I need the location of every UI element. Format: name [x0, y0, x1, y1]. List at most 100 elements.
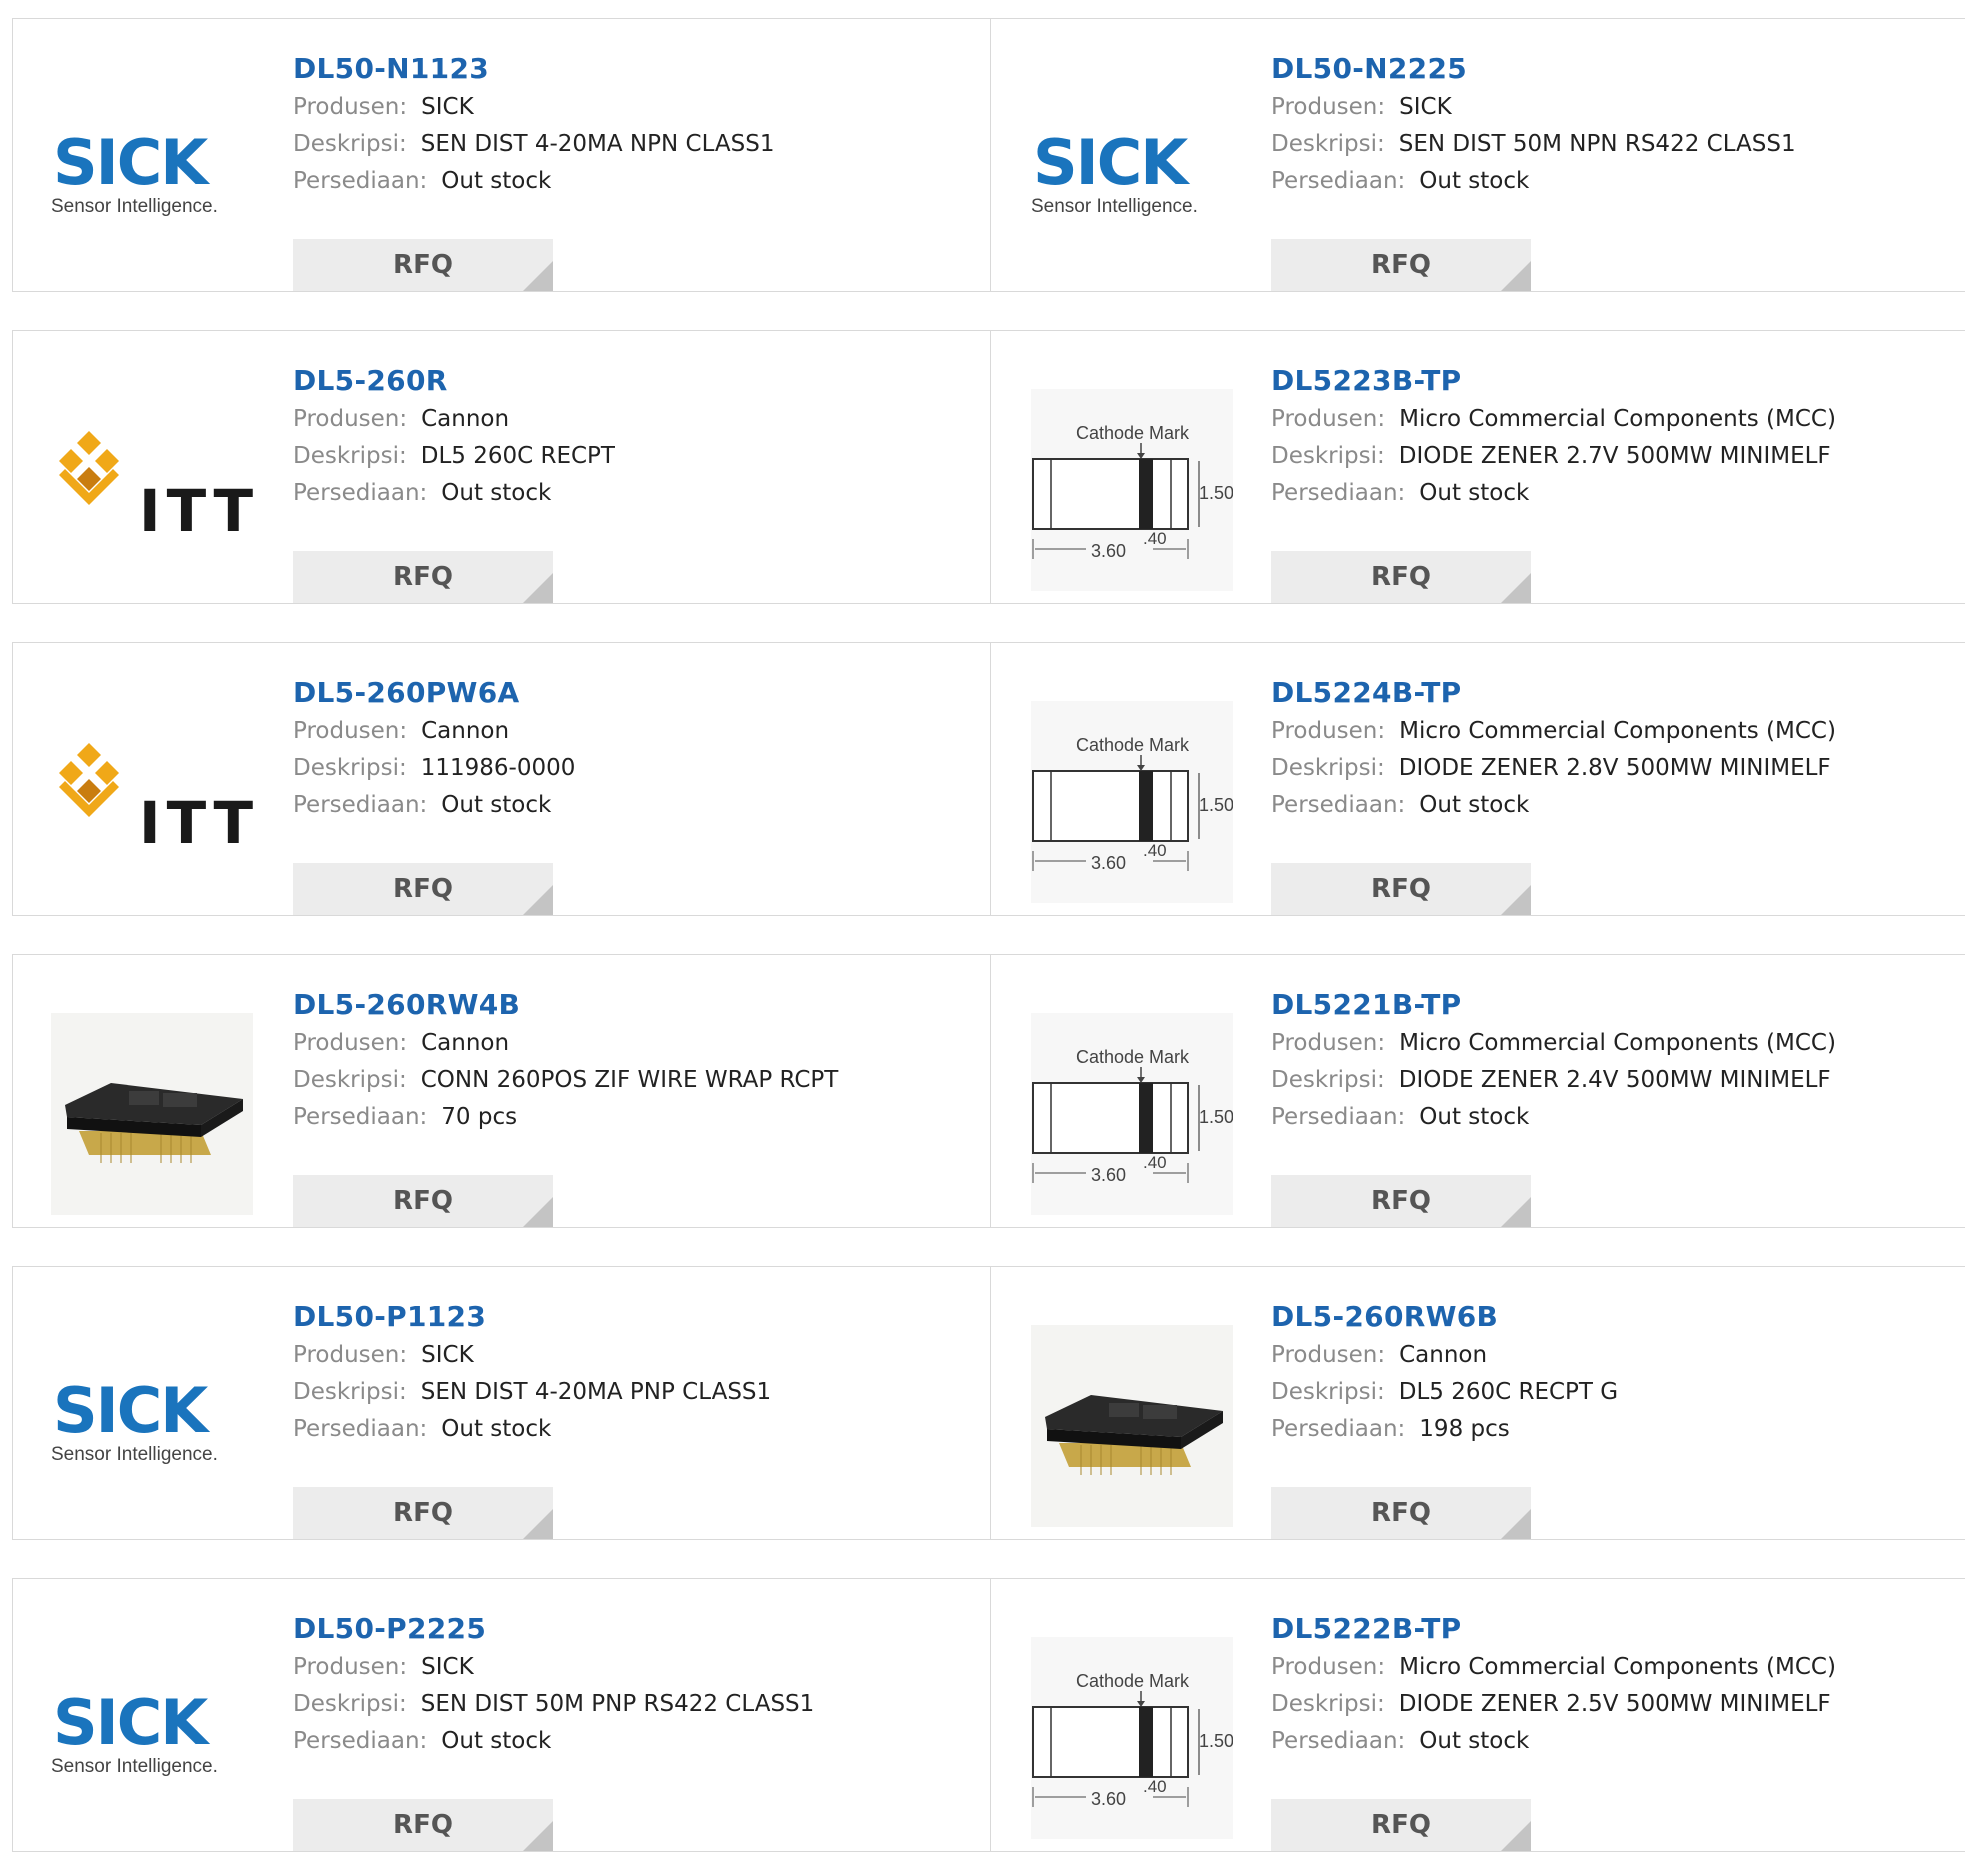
- stock-line: Persediaan: 70 pcs: [293, 1099, 973, 1136]
- rfq-button[interactable]: RFQ: [293, 1487, 553, 1539]
- manufacturer-line: Produsen: Cannon: [293, 713, 973, 750]
- stock-value: Out stock: [1419, 792, 1530, 818]
- product-part-number-link[interactable]: DL50-N2225: [1271, 49, 1951, 89]
- rfq-button-label: RFQ: [1371, 1810, 1431, 1840]
- manufacturer-line: Produsen: SICK: [293, 89, 973, 126]
- stock-line: Persediaan: Out stock: [1271, 475, 1951, 512]
- rfq-button[interactable]: RFQ: [1271, 239, 1531, 291]
- rfq-button-label: RFQ: [393, 1810, 453, 1840]
- rfq-button[interactable]: RFQ: [1271, 1799, 1531, 1851]
- manufacturer-label: Produsen:: [293, 1030, 408, 1056]
- rfq-button[interactable]: RFQ: [293, 1175, 553, 1227]
- description-line: Deskripsi: 111986-0000: [293, 750, 973, 787]
- description-label: Deskripsi:: [293, 1691, 407, 1717]
- itt-logo-word: ITT: [139, 789, 253, 851]
- rfq-corner-decoration: [1501, 1821, 1531, 1851]
- product-info: DL5-260RW4B Produsen: Cannon Deskripsi: CO…: [293, 985, 973, 1227]
- manufacturer-label: Produsen:: [1271, 718, 1386, 744]
- product-part-number-link[interactable]: DL50-P2225: [293, 1609, 973, 1649]
- description-line: Deskripsi: DL5 260C RECPT: [293, 438, 973, 475]
- description-value: DIODE ZENER 2.5V 500MW MINIMELF: [1398, 1691, 1831, 1717]
- product-row: ITT DL5-260R Produsen: Cannon Deskripsi: D…: [12, 330, 1965, 604]
- product-part-number-link[interactable]: DL5224B-TP: [1271, 673, 1951, 713]
- manufacturer-label: Produsen:: [1271, 1030, 1386, 1056]
- product-image: [51, 1013, 253, 1215]
- product-part-number-link[interactable]: DL5221B-TP: [1271, 985, 1951, 1025]
- product-card: ITT DL5-260R Produsen: Cannon Deskripsi: D…: [13, 331, 991, 603]
- length-dimension: 3.60: [1091, 541, 1126, 561]
- manufacturer-line: Produsen: SICK: [293, 1337, 973, 1374]
- product-part-number-link[interactable]: DL5223B-TP: [1271, 361, 1951, 401]
- band-dimension: .40: [1143, 1153, 1167, 1172]
- product-part-number-link[interactable]: DL5222B-TP: [1271, 1609, 1951, 1649]
- stock-value: Out stock: [441, 1728, 552, 1754]
- rfq-button[interactable]: RFQ: [293, 551, 553, 603]
- stock-line: Persediaan: Out stock: [1271, 1723, 1951, 1760]
- description-value: SEN DIST 4-20MA PNP CLASS1: [420, 1379, 772, 1405]
- description-value: DIODE ZENER 2.8V 500MW MINIMELF: [1398, 755, 1831, 781]
- description-line: Deskripsi: DIODE ZENER 2.4V 500MW MINIMEL…: [1271, 1062, 1951, 1099]
- rfq-corner-decoration: [523, 261, 553, 291]
- rfq-button[interactable]: RFQ: [293, 863, 553, 915]
- product-part-number-link[interactable]: DL50-P1123: [293, 1297, 973, 1337]
- product-info: DL5-260PW6A Produsen: Cannon Deskripsi: 11…: [293, 673, 973, 915]
- sick-logo-tagline: Sensor Intelligence.: [51, 196, 218, 217]
- sick-logo: SICK Sensor Intelligence.: [51, 1380, 253, 1466]
- diode-dimension-diagram: Cathode Mark 1.50 3.60 .40: [1031, 1637, 1234, 1839]
- manufacturer-value: Micro Commercial Components (MCC): [1399, 718, 1836, 744]
- length-dimension: 3.60: [1091, 1165, 1126, 1185]
- rfq-corner-decoration: [523, 573, 553, 603]
- description-label: Deskripsi:: [293, 1067, 407, 1093]
- product-part-number-link[interactable]: DL5-260R: [293, 361, 973, 401]
- diode-dimension-diagram: Cathode Mark 1.50 3.60 .40: [1031, 389, 1234, 591]
- rfq-button-label: RFQ: [393, 562, 453, 592]
- product-info: DL5224B-TP Produsen: Micro Commercial Com…: [1271, 673, 1951, 915]
- height-dimension: 1.50: [1199, 1731, 1233, 1751]
- rfq-button[interactable]: RFQ: [293, 239, 553, 291]
- description-label: Deskripsi:: [293, 1379, 407, 1405]
- description-line: Deskripsi: SEN DIST 50M PNP RS422 CLASS1: [293, 1686, 973, 1723]
- product-row: SICK Sensor Intelligence. DL50-N1123 Pro…: [12, 18, 1965, 292]
- stock-line: Persediaan: Out stock: [1271, 1099, 1951, 1136]
- description-line: Deskripsi: SEN DIST 4-20MA PNP CLASS1: [293, 1374, 973, 1411]
- stock-label: Persediaan:: [293, 480, 428, 506]
- itt-logo-word: ITT: [139, 477, 253, 539]
- rfq-corner-decoration: [523, 1821, 553, 1851]
- rfq-button[interactable]: RFQ: [1271, 551, 1531, 603]
- rfq-button[interactable]: RFQ: [1271, 1175, 1531, 1227]
- stock-value: Out stock: [441, 480, 552, 506]
- manufacturer-label: Produsen:: [1271, 1342, 1386, 1368]
- sick-logo-word: SICK: [53, 1686, 208, 1759]
- product-part-number-link[interactable]: DL5-260RW4B: [293, 985, 973, 1025]
- manufacturer-value: Micro Commercial Components (MCC): [1399, 1030, 1836, 1056]
- description-value: CONN 260POS ZIF WIRE WRAP RCPT: [420, 1067, 839, 1093]
- sick-logo-word: SICK: [1033, 126, 1188, 199]
- rfq-button-label: RFQ: [393, 1498, 453, 1528]
- manufacturer-line: Produsen: Cannon: [293, 401, 973, 438]
- rfq-corner-decoration: [1501, 261, 1531, 291]
- manufacturer-value: SICK: [421, 1654, 474, 1680]
- stock-label: Persediaan:: [1271, 792, 1406, 818]
- stock-label: Persediaan:: [1271, 168, 1406, 194]
- description-label: Deskripsi:: [1271, 755, 1385, 781]
- manufacturer-value: Cannon: [421, 406, 510, 432]
- stock-value: Out stock: [1419, 1104, 1530, 1130]
- product-part-number-link[interactable]: DL5-260PW6A: [293, 673, 973, 713]
- product-part-number-link[interactable]: DL50-N1123: [293, 49, 973, 89]
- product-card: SICK Sensor Intelligence. DL50-P1123 Pro…: [13, 1267, 991, 1539]
- manufacturer-label: Produsen:: [293, 1342, 408, 1368]
- rfq-button[interactable]: RFQ: [293, 1799, 553, 1851]
- product-card: DL5-260RW6B Produsen: Cannon Deskripsi: DL…: [991, 1267, 1965, 1539]
- product-info: DL50-P2225 Produsen: SICK Deskripsi: SEN D…: [293, 1609, 973, 1851]
- product-image: Cathode Mark 1.50 3.60 .40: [1031, 1013, 1234, 1215]
- manufacturer-value: Cannon: [421, 718, 510, 744]
- stock-line: Persediaan: Out stock: [1271, 163, 1951, 200]
- rfq-button[interactable]: RFQ: [1271, 863, 1531, 915]
- rfq-corner-decoration: [1501, 573, 1531, 603]
- cathode-mark-caption: Cathode Mark: [1076, 423, 1190, 443]
- product-part-number-link[interactable]: DL5-260RW6B: [1271, 1297, 1951, 1337]
- product-card: Cathode Mark 1.50 3.60 .40 DL5222B-TP Pr…: [991, 1579, 1965, 1851]
- stock-label: Persediaan:: [1271, 1416, 1406, 1442]
- rfq-button[interactable]: RFQ: [1271, 1487, 1531, 1539]
- manufacturer-value: SICK: [1399, 94, 1452, 120]
